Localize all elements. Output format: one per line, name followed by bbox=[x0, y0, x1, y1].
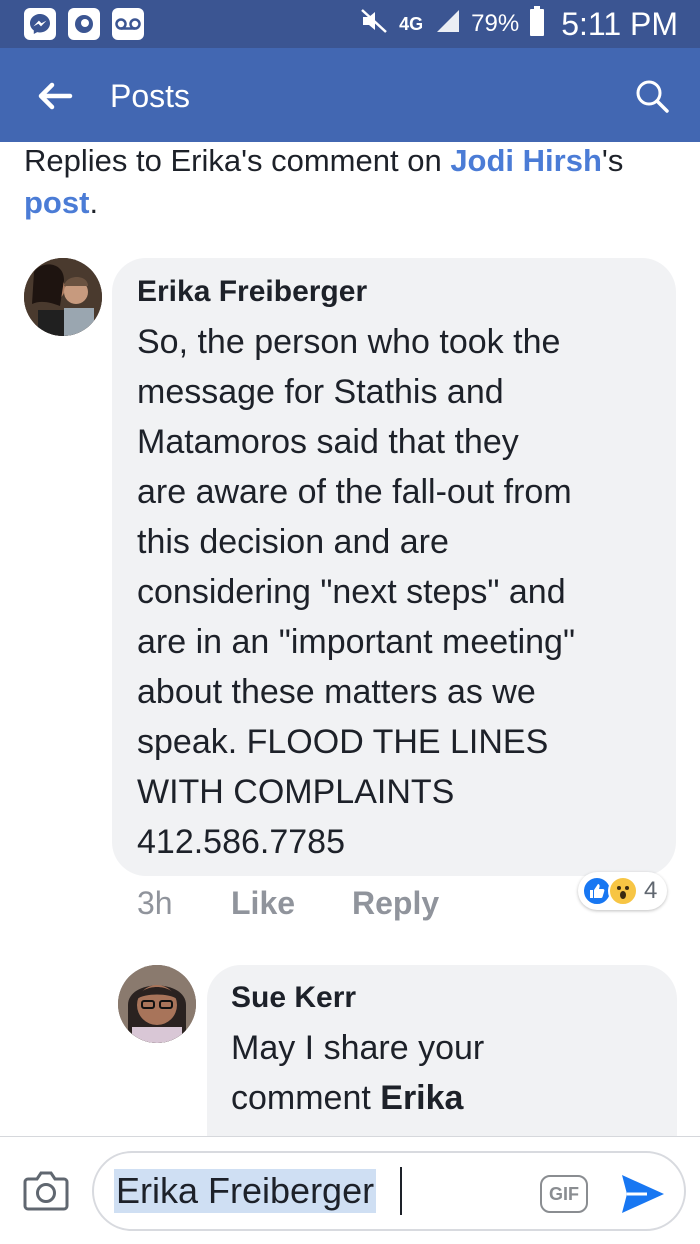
battery-percent: 79% bbox=[471, 10, 520, 37]
reactions-summary[interactable]: 4 bbox=[578, 872, 668, 910]
gif-button[interactable]: GIF bbox=[540, 1175, 588, 1213]
reaction-count: 4 bbox=[644, 877, 658, 904]
reply-author[interactable]: Sue Kerr bbox=[231, 980, 356, 1016]
replies-context: Replies to Erika's comment on Jodi Hirsh… bbox=[24, 140, 674, 224]
notification-icons bbox=[24, 8, 144, 40]
reply-button[interactable]: Reply bbox=[352, 883, 439, 923]
comment-input[interactable]: Erika Freiberger GIF bbox=[92, 1151, 686, 1231]
status-bar: 4G 79% 5:11 PM bbox=[0, 0, 700, 48]
comment-input-value[interactable]: Erika Freiberger bbox=[114, 1169, 377, 1213]
voicemail-icon bbox=[112, 8, 144, 40]
person-link[interactable]: Jodi Hirsh bbox=[450, 143, 602, 178]
app-bar: Posts bbox=[0, 48, 700, 142]
context-suffix: . bbox=[89, 185, 99, 220]
system-indicators: 4G 79% 5:11 PM bbox=[359, 5, 678, 43]
messenger-icon bbox=[24, 8, 56, 40]
battery-icon bbox=[529, 5, 545, 43]
post-link[interactable]: post bbox=[24, 185, 89, 220]
mention-link[interactable]: Erika bbox=[380, 1079, 463, 1117]
page-title: Posts bbox=[110, 78, 191, 114]
signal-icon bbox=[433, 8, 461, 41]
camera-icon[interactable] bbox=[22, 1167, 70, 1213]
context-possessive: 's bbox=[601, 143, 624, 178]
comment-timestamp: 3h bbox=[137, 885, 173, 921]
comment-text: So, the person who took the message for … bbox=[137, 323, 576, 861]
context-prefix: Replies to Erika's comment on bbox=[24, 143, 451, 178]
search-icon[interactable] bbox=[634, 78, 670, 114]
back-arrow-icon[interactable] bbox=[34, 76, 74, 116]
network-type: 4G bbox=[399, 14, 424, 34]
avatar[interactable] bbox=[118, 965, 196, 1043]
comment-author[interactable]: Erika Freiberger bbox=[137, 274, 367, 310]
clock: 5:11 PM bbox=[561, 5, 678, 42]
like-button[interactable]: Like bbox=[231, 883, 295, 923]
comment-composer: Erika Freiberger GIF bbox=[0, 1136, 700, 1244]
avatar[interactable] bbox=[24, 258, 102, 336]
wow-reaction-icon bbox=[608, 876, 638, 906]
reply-text: May I share your comment Erika bbox=[231, 1023, 671, 1123]
app-icon bbox=[68, 8, 100, 40]
text-cursor bbox=[400, 1167, 402, 1215]
send-icon[interactable] bbox=[620, 1173, 666, 1215]
mute-icon bbox=[359, 7, 389, 42]
